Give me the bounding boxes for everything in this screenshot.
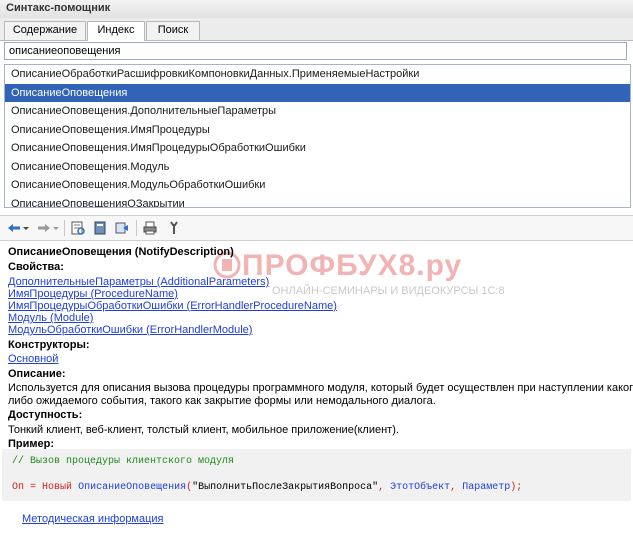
tab-contents[interactable]: Содержание (4, 21, 86, 40)
code-comment: // Вызов процедуры клиентского модуля (12, 456, 235, 467)
watermark-tagline: ОНЛАЙН-СЕМИНАРЫ И ВИДЕОКУРСЫ 1С:8 (272, 285, 505, 297)
find-in-list-icon[interactable] (70, 220, 86, 236)
description-heading: Описание: (8, 368, 66, 380)
code-string: "ВыполнитьПослеЗакрытияВопроса" (192, 482, 379, 493)
dropdown-icon[interactable] (22, 220, 30, 236)
code-close: ); (510, 482, 523, 493)
code-arg: Параметр (462, 482, 511, 493)
list-item[interactable]: ОписаниеОповещения.ИмяПроцедурыОбработки… (5, 139, 630, 158)
code-statement: Оп = Новый ОписаниеОповещения("Выполнить… (12, 482, 522, 493)
toolbar-separator (136, 220, 137, 236)
code-operator: = (24, 482, 43, 493)
code-type: ОписаниеОповещения (78, 482, 187, 493)
forward-arrow-icon[interactable] (36, 220, 52, 236)
dropdown-icon[interactable] (52, 220, 60, 236)
property-link[interactable]: Модуль (Module) (8, 312, 93, 324)
list-item-selected[interactable]: ОписаниеОповещения (5, 83, 630, 102)
properties-heading: Свойства: (8, 261, 64, 273)
code-arg: ЭтотОбъект (390, 482, 451, 493)
property-link[interactable]: МодульОбработкиОшибки (ErrorHandlerModul… (8, 324, 252, 336)
doc-title: ОписаниеОповещения (NotifyDescription) (8, 246, 234, 258)
property-link[interactable]: ИмяПроцедурыОбработкиОшибки (ErrorHandle… (8, 300, 337, 312)
list-item[interactable]: ОписаниеОповещения.ДополнительныеПарамет… (5, 102, 630, 121)
tab-search[interactable]: Поиск (146, 21, 200, 40)
index-list[interactable]: ОписаниеОбработкиРасшифровкиКомпоновкиДа… (4, 64, 631, 208)
index-search-input[interactable] (4, 42, 627, 60)
code-example: // Вызов процедуры клиентского модуля Оп… (2, 449, 631, 501)
description-text: Используется для описания вызова процеду… (8, 382, 633, 394)
list-item[interactable]: ОписаниеОповещенияОЗакрытии (5, 195, 630, 208)
list-item[interactable]: ОписаниеОповещения.ИмяПроцедуры (5, 121, 630, 140)
toolbar-separator (64, 220, 65, 236)
back-arrow-icon[interactable] (6, 220, 22, 236)
code-keyword: Новый (42, 482, 73, 493)
settings-icon[interactable] (166, 220, 182, 236)
availability-heading: Доступность: (8, 409, 83, 421)
description-text: либо ожидаемого события, такого как закр… (8, 395, 436, 407)
list-item[interactable]: ОписаниеОповещения.Модуль (5, 158, 630, 177)
tab-index[interactable]: Индекс (87, 21, 145, 41)
print-icon[interactable] (142, 220, 158, 236)
property-link[interactable]: ДополнительныеПараметры (AdditionalParam… (8, 276, 269, 288)
code-comma: , (450, 482, 463, 493)
methodical-info-link[interactable]: Методическая информация (22, 513, 164, 525)
help-toolbar (0, 215, 633, 241)
tab-strip: Содержание Индекс Поиск (0, 18, 633, 41)
tree-sync-icon[interactable] (114, 220, 130, 236)
constructors-heading: Конструкторы: (8, 339, 90, 351)
book-icon[interactable] (92, 220, 108, 236)
code-comma: , (378, 482, 391, 493)
window-title: Синтакс-помощник (6, 2, 111, 14)
constructor-link[interactable]: Основной (8, 353, 58, 365)
code-variable: Оп (12, 482, 25, 493)
list-item[interactable]: ОписаниеОповещения.МодульОбработкиОшибки (5, 176, 630, 195)
availability-text: Тонкий клиент, веб-клиент, толстый клиен… (8, 424, 399, 436)
property-link[interactable]: ИмяПроцедуры (ProcedureName) (8, 288, 178, 300)
list-item[interactable]: ОписаниеОбработкиРасшифровкиКомпоновкиДа… (5, 65, 630, 84)
window-titlebar: Синтакс-помощник (0, 0, 633, 19)
watermark-brand: ПРОФБУХ8.ру (242, 249, 463, 282)
